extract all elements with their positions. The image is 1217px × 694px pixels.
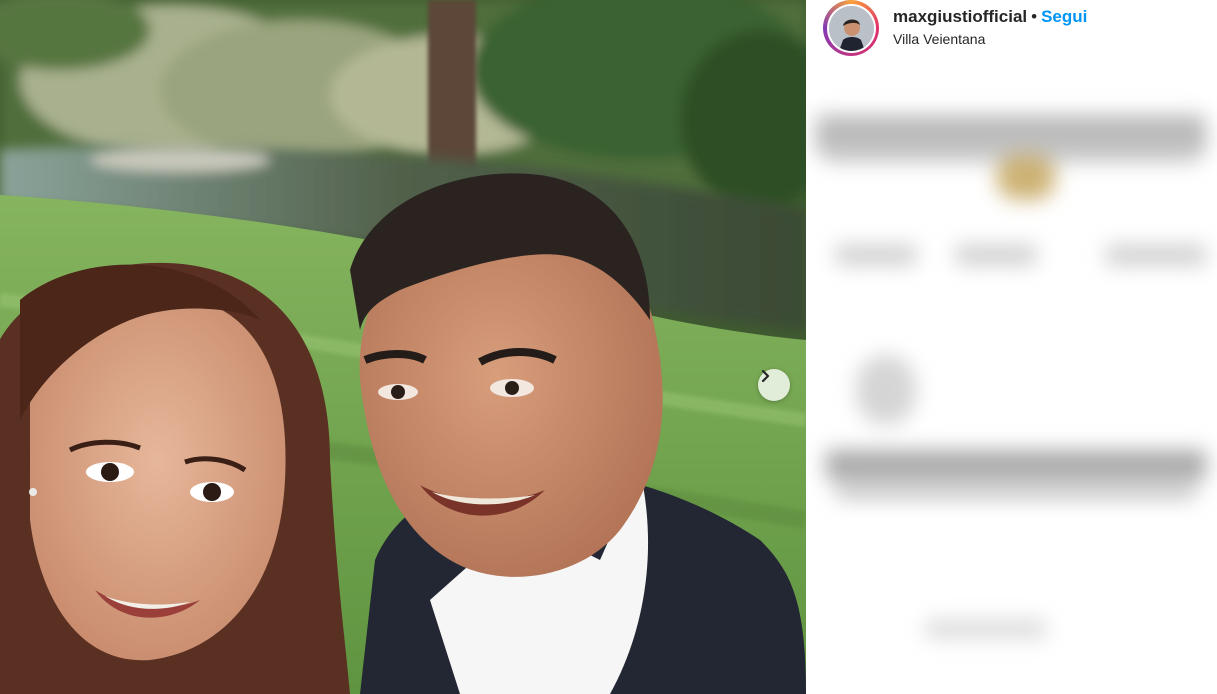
separator-dot: • (1031, 7, 1038, 26)
post-photo[interactable] (0, 0, 806, 694)
avatar-image (828, 5, 874, 51)
blurred-content (806, 60, 1217, 694)
photo-scene (0, 0, 806, 694)
avatar-border (826, 3, 876, 53)
username-link[interactable]: maxgiustiofficial (893, 7, 1027, 26)
avatar-portrait (828, 5, 874, 51)
post-side-panel: maxgiustiofficial • Segui Villa Veientana (806, 0, 1217, 694)
follow-button[interactable]: Segui (1041, 7, 1087, 26)
avatar[interactable] (823, 0, 879, 56)
next-photo-button[interactable] (758, 369, 790, 401)
location-link[interactable]: Villa Veientana (893, 31, 985, 47)
username-line: maxgiustiofficial • Segui (893, 7, 1087, 27)
post-header: maxgiustiofficial • Segui Villa Veientana (806, 0, 1217, 70)
chevron-right-icon (761, 369, 770, 383)
